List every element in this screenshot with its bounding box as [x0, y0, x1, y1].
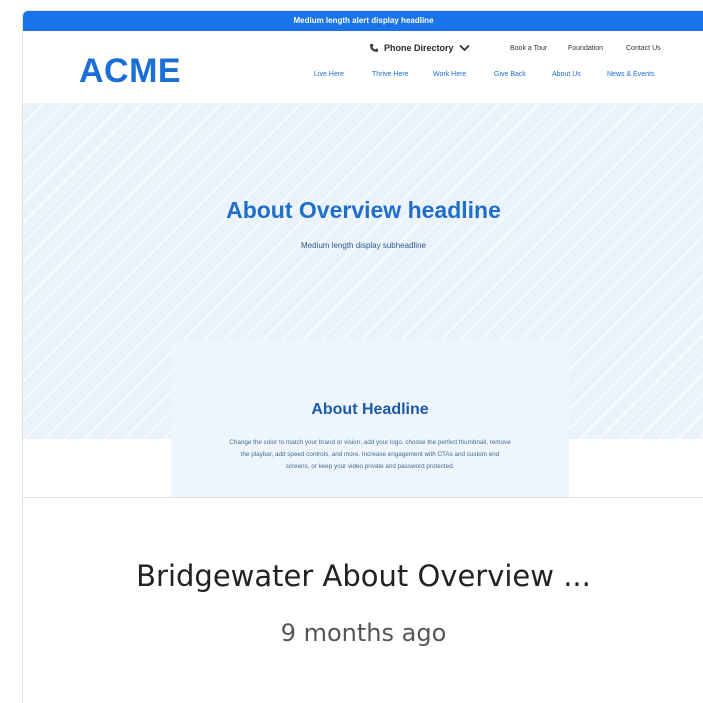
video-title[interactable]: Bridgewater About Overview ... — [23, 559, 703, 593]
phone-icon — [370, 44, 378, 52]
logo: ACME — [79, 52, 182, 90]
about-body-text: Change the color to match your brand or … — [229, 439, 511, 470]
video-timestamp: 9 months ago — [280, 619, 447, 647]
chevron-down-icon — [458, 44, 470, 52]
alert-bar: Medium length alert display headline — [23, 11, 703, 31]
phone-directory: Phone Directory — [369, 43, 470, 53]
nav-link-give-back: Give Back — [494, 71, 526, 78]
nav-link-thrive-here: Thrive Here — [372, 71, 409, 78]
video-thumbnail[interactable]: Medium length alert display headline ACM… — [23, 11, 703, 497]
about-headline: About Headline — [311, 401, 429, 418]
util-link-book-tour: Book a Tour — [510, 45, 548, 52]
util-link-foundation: Foundation — [568, 45, 604, 52]
hero-headline: About Overview headline — [226, 197, 501, 223]
hero-subheadline: Medium length display subheadline — [301, 241, 426, 250]
util-link-contact: Contact Us — [626, 45, 661, 52]
nav-link-about-us: About Us — [552, 71, 581, 78]
nav-link-work-here: Work Here — [433, 71, 467, 78]
nav-link-live-here: Live Here — [314, 71, 344, 78]
card-divider — [23, 497, 703, 498]
site-header: ACME Phone Directory Book a Tour Foundat… — [23, 31, 703, 103]
video-card[interactable]: Medium length alert display headline ACM… — [22, 10, 703, 703]
phone-directory-label: Phone Directory — [384, 43, 454, 53]
nav-link-news-events: News & Events — [607, 71, 655, 78]
about-section: About Headline Change the color to match… — [171, 339, 569, 497]
